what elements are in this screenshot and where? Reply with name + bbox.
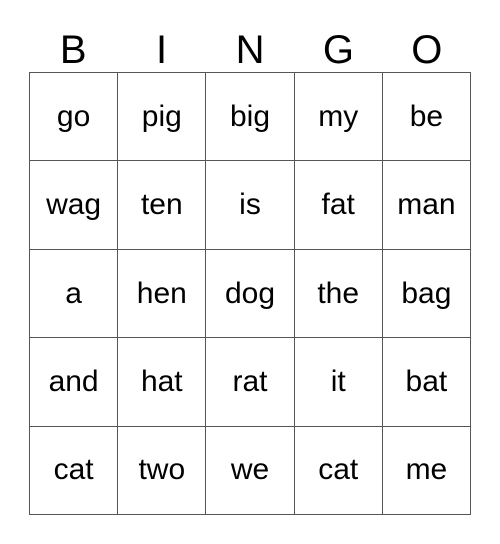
bingo-row: and hat rat it bat	[30, 338, 472, 427]
bingo-cell-label: big	[229, 99, 271, 133]
bingo-cell-label: be	[409, 99, 444, 133]
bingo-header-letter-o: O	[411, 28, 443, 72]
bingo-cell-label: is	[239, 188, 261, 222]
bingo-cell[interactable]: me	[382, 426, 472, 516]
bingo-header-row: B I N G O	[29, 21, 471, 72]
bingo-row: cat two we cat me	[30, 426, 472, 516]
bingo-cell[interactable]: my	[294, 73, 383, 162]
bingo-cell[interactable]: cat	[30, 426, 119, 516]
bingo-cell[interactable]: bat	[382, 338, 472, 427]
bingo-cell[interactable]: the	[294, 249, 383, 339]
bingo-cell[interactable]: fat	[294, 161, 383, 250]
bingo-row: go pig big my be	[30, 73, 472, 162]
bingo-header-letter-i: I	[156, 28, 168, 72]
bingo-cell-label: cat	[318, 453, 359, 487]
bingo-cell-label: pig	[141, 99, 182, 133]
bingo-cell-label: a	[65, 276, 82, 310]
bingo-cell[interactable]: dog	[206, 249, 295, 339]
bingo-cell[interactable]: and	[30, 338, 119, 427]
bingo-cell[interactable]: ten	[118, 161, 207, 250]
bingo-cell[interactable]: big	[206, 73, 295, 162]
bingo-cell-label: me	[405, 453, 448, 487]
bingo-header-letter-b: B	[59, 28, 87, 72]
bingo-cell[interactable]: a	[30, 249, 119, 339]
bingo-cell-label: two	[138, 453, 186, 487]
bingo-header-cell-n: N	[206, 21, 294, 72]
bingo-cell-label: it	[330, 364, 346, 398]
bingo-cell[interactable]: go	[30, 73, 119, 162]
bingo-cell-label: rat	[232, 364, 268, 398]
bingo-cell[interactable]: is	[206, 161, 295, 250]
bingo-cell-label: cat	[53, 453, 94, 487]
bingo-cell-label: hat	[140, 364, 183, 398]
bingo-cell-label: dog	[224, 276, 276, 310]
bingo-cell-label: bat	[405, 364, 448, 398]
bingo-cell-label: bag	[401, 276, 452, 310]
bingo-cell[interactable]: hat	[118, 338, 207, 427]
bingo-row: a hen dog the bag	[30, 249, 472, 339]
bingo-header-cell-b: B	[29, 21, 117, 72]
bingo-cell-label: go	[56, 99, 91, 133]
bingo-cell[interactable]: pig	[118, 73, 207, 162]
bingo-cell[interactable]: bag	[382, 249, 472, 339]
bingo-row: wag ten is fat man	[30, 161, 472, 250]
bingo-header-letter-n: N	[235, 28, 265, 72]
bingo-cell-label: my	[318, 99, 359, 133]
bingo-header-cell-i: I	[117, 21, 205, 72]
bingo-cell[interactable]: hen	[118, 249, 207, 339]
bingo-cell[interactable]: it	[294, 338, 383, 427]
bingo-cell[interactable]: wag	[30, 161, 119, 250]
bingo-cell-label: the	[317, 276, 360, 310]
bingo-cell[interactable]: we	[206, 426, 295, 516]
bingo-cell[interactable]: two	[118, 426, 207, 516]
bingo-cell[interactable]: rat	[206, 338, 295, 427]
bingo-cell-label: ten	[140, 188, 183, 222]
bingo-cell[interactable]: be	[382, 73, 472, 162]
bingo-grid: go pig big my be wag ten is fat man a he…	[29, 72, 472, 516]
bingo-cell-label: wag	[46, 188, 102, 222]
bingo-header-cell-o: O	[383, 21, 471, 72]
bingo-header-letter-g: G	[322, 28, 354, 72]
bingo-cell[interactable]: cat	[294, 426, 383, 516]
bingo-cell-label: hen	[136, 276, 187, 310]
bingo-card: B I N G O go pig big my be wag ten is fa…	[0, 0, 500, 544]
bingo-header-cell-g: G	[294, 21, 382, 72]
bingo-cell-label: fat	[321, 188, 355, 222]
bingo-cell[interactable]: man	[382, 161, 472, 250]
bingo-cell-label: and	[48, 364, 99, 398]
bingo-cell-label: man	[397, 188, 456, 222]
bingo-cell-label: we	[230, 453, 270, 487]
